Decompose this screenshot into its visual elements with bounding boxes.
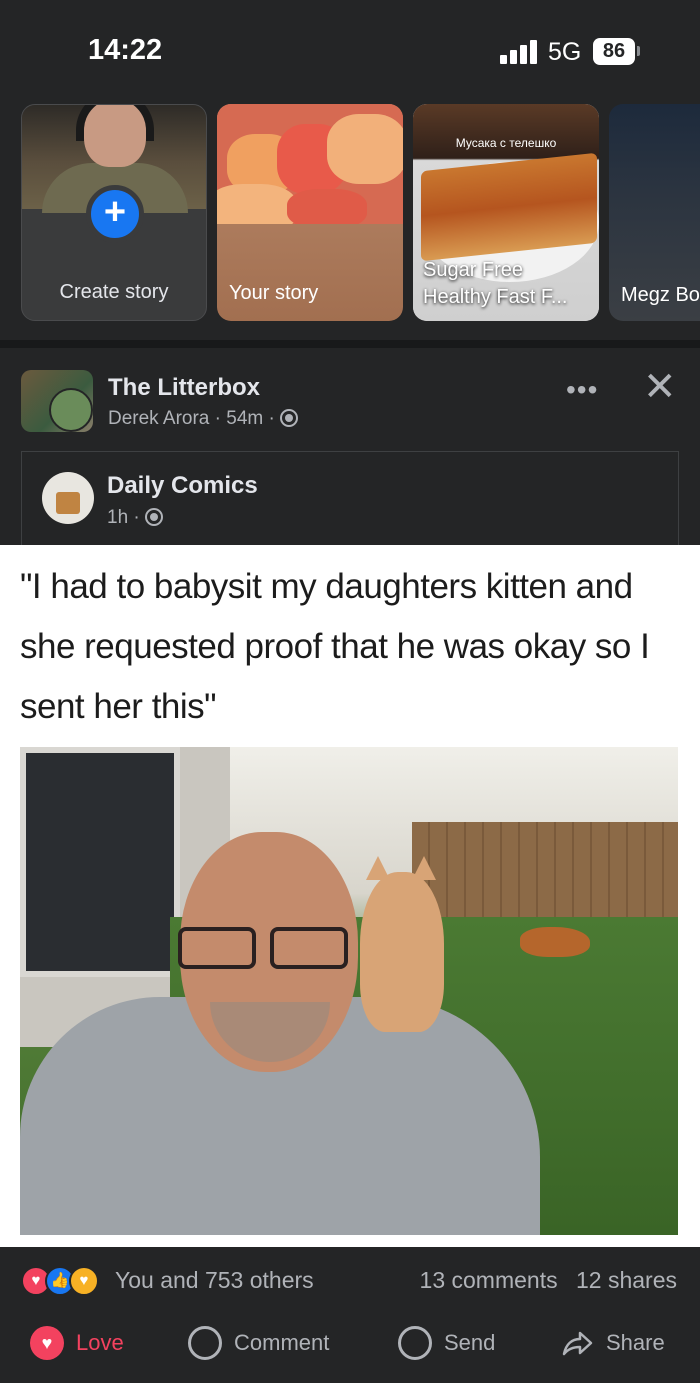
post-meta: Derek Arora · 54m · (108, 408, 299, 430)
share-button[interactable]: Share (560, 1318, 665, 1368)
engagement-counts: 13 comments 12 shares (408, 1267, 677, 1294)
status-bar: 14:22 5G 86 (0, 0, 700, 100)
sushi-photo (217, 104, 403, 224)
send-label: Send (444, 1330, 496, 1355)
post-time: 54m (226, 408, 264, 429)
shared-post-meta: 1h · (107, 507, 164, 529)
man-kitten-photo (20, 747, 678, 1235)
group-avatar[interactable] (21, 370, 93, 432)
signal-icon (500, 40, 538, 64)
comment-button[interactable]: Comment (188, 1318, 329, 1368)
meme-image[interactable]: "I had to babysit my daughters kitten an… (0, 545, 700, 1247)
love-button[interactable]: ♥ Love (30, 1318, 124, 1368)
network-type: 5G (548, 38, 582, 66)
stories-row: + Create story Your story Мусака с телеш… (0, 100, 700, 340)
action-bar: ♥ Love Comment Send Share (0, 1318, 700, 1374)
sugar-free-label: Sugar Free Healthy Fast F... (423, 259, 568, 308)
page-avatar[interactable] (42, 472, 94, 524)
share-arrow-icon (560, 1326, 594, 1360)
sugar-free-story-card[interactable]: Мусака с телешко Sugar Free Healthy Fast… (413, 104, 599, 321)
reactions-summary[interactable]: ♥ 👍 ♥ You and 753 others 13 comments 12 … (0, 1263, 700, 1303)
megz-story-card[interactable]: Megz Bo (609, 104, 700, 321)
messenger-icon (398, 1326, 432, 1360)
love-label: Love (76, 1330, 124, 1355)
share-label: Share (606, 1330, 665, 1355)
comment-label: Comment (234, 1330, 330, 1355)
battery-icon: 86 (593, 38, 635, 65)
group-name[interactable]: The Litterbox (108, 374, 260, 402)
shared-page-name[interactable]: Daily Comics (107, 472, 258, 500)
story-caption: Мусака с телешко (455, 136, 557, 150)
comment-icon (188, 1326, 222, 1360)
plus-icon[interactable]: + (86, 185, 144, 243)
author-avatar (49, 388, 93, 432)
feed-post: The Litterbox Derek Arora · 54m · ••• ✕ … (0, 348, 700, 1383)
meme-text: "I had to babysit my daughters kitten an… (20, 567, 650, 726)
heart-icon: ♥ (30, 1326, 64, 1360)
author-name[interactable]: Derek Arora (108, 408, 209, 429)
your-story-label: Your story (229, 282, 319, 304)
megz-label: Megz Bo (621, 284, 700, 306)
globe-icon (280, 409, 299, 427)
reactions-text[interactable]: You and 753 others (115, 1267, 314, 1294)
more-icon[interactable]: ••• (566, 374, 598, 406)
reaction-icons: ♥ 👍 ♥ (21, 1266, 111, 1298)
care-reaction-icon: ♥ (69, 1266, 99, 1296)
section-divider (0, 340, 700, 348)
status-time: 14:22 (88, 34, 163, 66)
shares-count[interactable]: 12 shares (576, 1267, 677, 1293)
create-story-card[interactable]: + Create story (21, 104, 207, 321)
send-button[interactable]: Send (398, 1318, 495, 1368)
close-icon[interactable]: ✕ (643, 364, 677, 410)
comments-count[interactable]: 13 comments (420, 1267, 558, 1293)
globe-icon (145, 508, 164, 526)
battery-tip (637, 46, 640, 56)
create-story-label: Create story (59, 281, 169, 303)
shared-post-time: 1h (107, 507, 129, 528)
your-story-card[interactable]: Your story (217, 104, 403, 321)
